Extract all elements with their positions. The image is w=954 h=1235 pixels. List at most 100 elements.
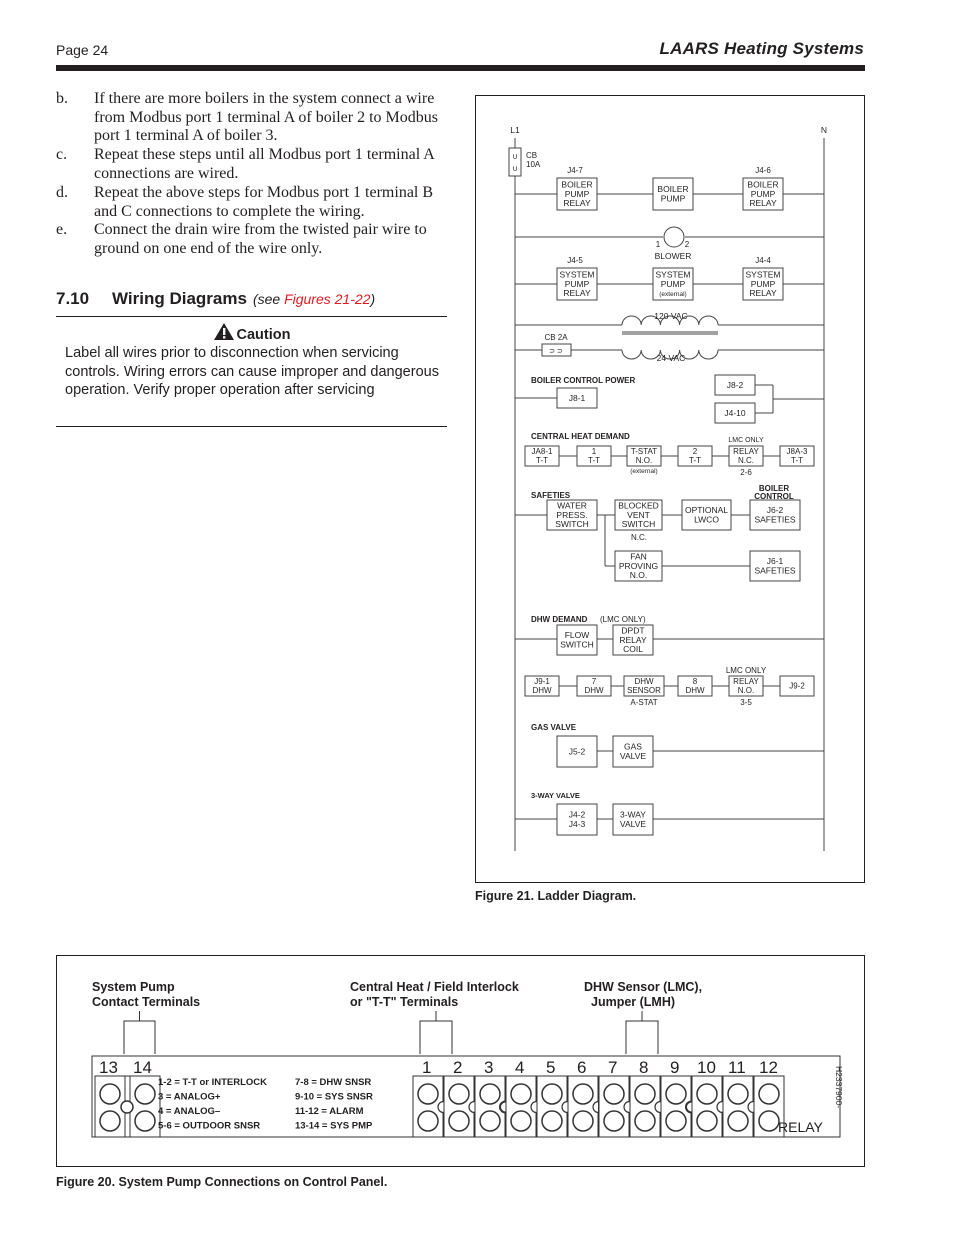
- legend-right-item: 9-10 = SYS SNSR: [295, 1092, 373, 1103]
- relay-2-6: 2-6: [740, 468, 752, 477]
- step-label: c.: [56, 146, 68, 163]
- 3-way-valve-box-text: VALVE: [620, 819, 646, 829]
- central-heat-box-4-text: N.C.: [738, 456, 754, 465]
- rail-l1-label: L1: [510, 125, 520, 135]
- blower-label: BLOWER: [655, 251, 692, 261]
- terminal-number: 10: [697, 1058, 716, 1077]
- terminal-number: 12: [759, 1058, 778, 1077]
- legend-right-item: 13-14 = SYS PMP: [295, 1121, 373, 1132]
- terminal-number: 8: [639, 1058, 648, 1077]
- screw-icon: [134, 1110, 156, 1132]
- screw-icon: [572, 1083, 594, 1105]
- dhw-box-4-text: N.O.: [738, 686, 754, 695]
- bracket-7-8: [625, 1011, 659, 1054]
- blower-motor-icon: [663, 226, 685, 248]
- central-heat-box-3-text: T-T: [689, 456, 701, 465]
- transformer-primary-label: 120 VAC: [654, 311, 687, 321]
- terminal-number: 1: [422, 1058, 431, 1077]
- step-label: e.: [56, 221, 68, 238]
- terminal-number: 7: [608, 1058, 617, 1077]
- section-title: Wiring Diagrams: [112, 289, 247, 308]
- fan-proving-box-text: N.O.: [630, 570, 647, 580]
- j4-2-j4-3-box-text: J4-3: [569, 819, 586, 829]
- figures-link[interactable]: Figures 21-22: [284, 291, 370, 307]
- blocked-vent-nc: N.C.: [631, 533, 647, 542]
- pin-icon: [120, 1100, 134, 1114]
- callout-title: Jumper (LMH): [591, 995, 675, 1009]
- section-central-heat-demand: CENTRAL HEAT DEMAND: [531, 432, 630, 441]
- callout-title: Central Heat / Field Interlock: [350, 980, 519, 994]
- optional-lwco-box-text: LWCO: [694, 514, 719, 524]
- step-text: Repeat the above steps for Modbus port 1…: [94, 184, 434, 220]
- j6-2-safeties-box-text: SAFETIES: [754, 514, 795, 524]
- j6-1-safeties-box-text: SAFETIES: [754, 565, 795, 575]
- screw-icon: [696, 1083, 718, 1105]
- terminal-number: 11: [728, 1058, 746, 1077]
- blocked-vent-switch-box-text: SWITCH: [622, 519, 656, 529]
- system-pump-relay-box-text: RELAY: [749, 288, 777, 298]
- tag-j4-5: J4-5: [567, 256, 583, 265]
- step-text: Repeat these steps until all Modbus port…: [94, 146, 434, 182]
- terminal-number: 3: [484, 1058, 493, 1077]
- terminal-number: 6: [577, 1058, 586, 1077]
- figure-20-terminal-panel: System Pump Contact Terminals Central Heat…: [56, 955, 865, 1167]
- warning-triangle-icon: [213, 323, 234, 340]
- breaker-2a-label: CB 2A: [544, 333, 568, 342]
- screw-icon: [603, 1110, 625, 1132]
- dhw-box-1-text: DHW: [584, 686, 604, 695]
- screw-icon: [634, 1110, 656, 1132]
- water-press-switch-box-text: SWITCH: [555, 519, 589, 529]
- dhw-box-5-text: J9-2: [789, 682, 805, 691]
- central-heat-box-0-text: T-T: [536, 456, 548, 465]
- screw-icon: [727, 1083, 749, 1105]
- j4-10-box-text: J4-10: [724, 408, 746, 418]
- see-reference: (see Figures 21-22): [253, 291, 375, 307]
- screw-icon: [541, 1083, 563, 1105]
- central-heat-box-1-text: T-T: [588, 456, 600, 465]
- screw-icon: [665, 1083, 687, 1105]
- screw-icon: [634, 1083, 656, 1105]
- step-text: Connect the drain wire from the twisted …: [94, 221, 427, 257]
- rail-n-label: N: [821, 125, 827, 135]
- breaker-10a-label: 10A: [526, 160, 541, 169]
- screw-icon: [727, 1110, 749, 1132]
- j8-2-box-text: J8-2: [727, 380, 744, 390]
- dhw-box-3-text: DHW: [685, 686, 705, 695]
- screw-icon: [758, 1083, 780, 1105]
- a-stat-label: A-STAT: [630, 698, 657, 707]
- caution-body: Label all wires prior to disconnection w…: [65, 345, 439, 399]
- legend-right-item: 11-12 = ALARM: [295, 1106, 364, 1117]
- terminal-number: 4: [515, 1058, 524, 1077]
- relay-3-5: 3-5: [740, 698, 752, 707]
- brand-title: LAARS Heating Systems: [659, 39, 864, 58]
- callout-title: Contact Terminals: [92, 995, 200, 1009]
- screw-icon: [572, 1110, 594, 1132]
- transformer-secondary-label: 24 VAC: [657, 353, 686, 363]
- terminal-panel-diagram: System PumpContact Terminals Central Heat…: [91, 980, 844, 1138]
- boiler-pump-relay-box-text: RELAY: [563, 198, 591, 208]
- section-gas-valve: GAS VALVE: [531, 723, 577, 732]
- terminal-number: 2: [453, 1058, 462, 1077]
- breaker-10a-label: CB: [526, 151, 537, 160]
- terminal-number: 14: [133, 1058, 152, 1077]
- dpdt-relay-coil-box-text: COIL: [623, 644, 643, 654]
- screw-icon: [417, 1083, 439, 1105]
- screw-icon: [758, 1110, 780, 1132]
- part-number: H2337900-: [834, 1066, 844, 1108]
- screw-icon: [479, 1083, 501, 1105]
- terminal-number: 13: [99, 1058, 118, 1077]
- relay-lmc-only: LMC ONLY: [728, 437, 764, 444]
- tag-j4-4: J4-4: [755, 256, 771, 265]
- dhw-box-0-text: DHW: [532, 686, 552, 695]
- system-pump-box-text: PUMP: [661, 279, 686, 289]
- legend-left-item: 5-6 = OUTDOOR SNSR: [158, 1121, 260, 1132]
- terminal-number: 9: [670, 1058, 679, 1077]
- step-text: If there are more boilers in the system …: [94, 90, 438, 145]
- section-dhw-demand: DHW DEMAND: [531, 615, 588, 624]
- see-suffix: ): [370, 291, 376, 307]
- caution-title: Caution: [236, 327, 291, 343]
- section-boiler-control-power: BOILER CONTROL POWER: [531, 376, 636, 385]
- screw-icon: [99, 1110, 121, 1132]
- step-label: d.: [56, 184, 68, 201]
- callout-title: DHW Sensor (LMC),: [584, 980, 702, 994]
